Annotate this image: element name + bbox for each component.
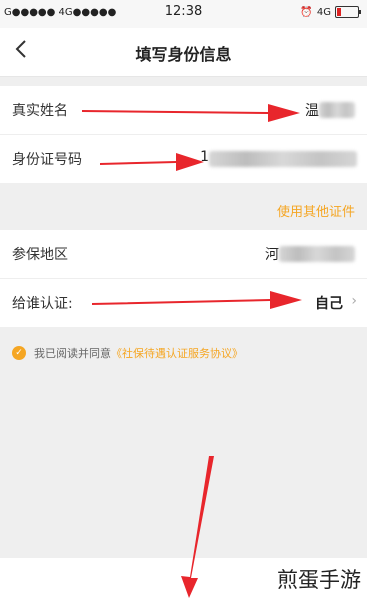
arrow-to-bottom (181, 456, 214, 598)
arrow-to-id (100, 153, 204, 171)
annotation-arrows (82, 104, 302, 598)
arrow-to-name (82, 104, 300, 122)
arrow-to-certify-for (92, 291, 302, 309)
